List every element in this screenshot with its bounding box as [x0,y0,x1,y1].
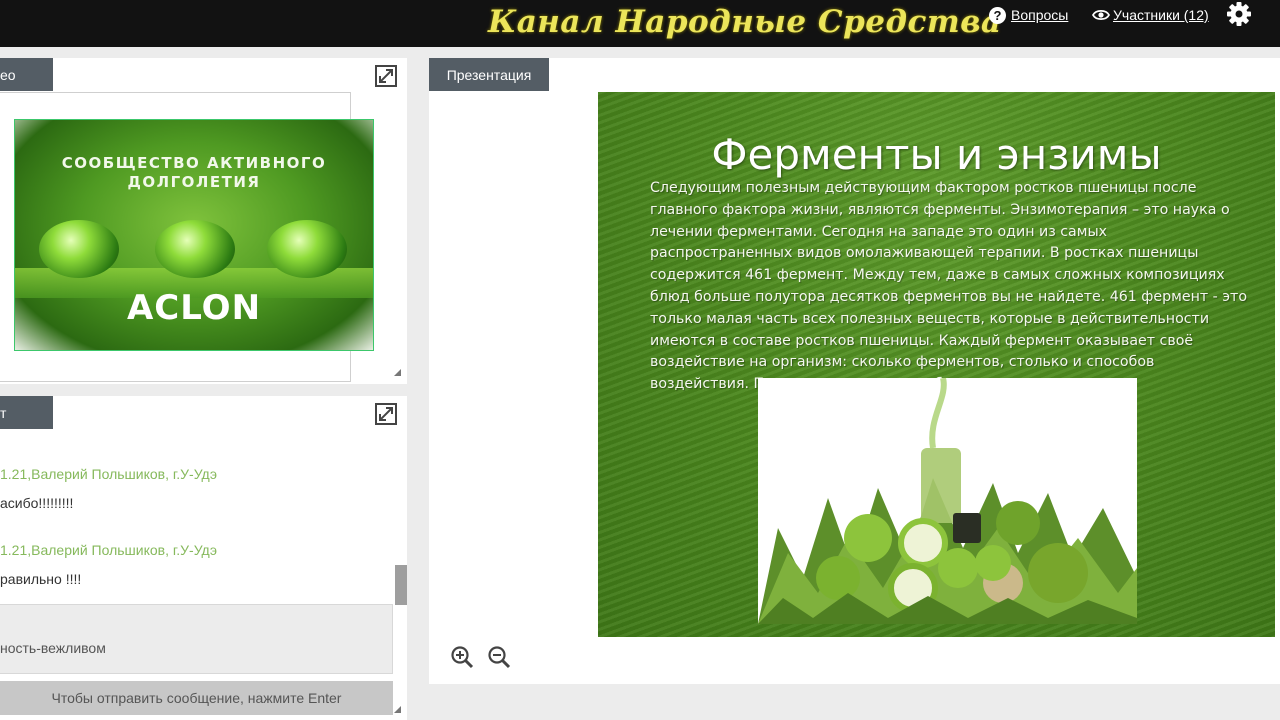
resize-handle[interactable] [394,369,401,376]
slide-body: Следующим полезным действующим фактором … [650,180,1248,393]
chat-message-author: 1.21,Валерий Польшиков, г.У-Удэ [0,542,217,558]
chat-input[interactable]: ность-вежливом [0,604,393,674]
tab-presentation-label: Презентация [446,66,532,83]
tab-presentation[interactable]: Презентация [429,58,549,91]
slide-title: Ферменты и энзимы [711,130,1162,179]
tab-video-label: ео [0,66,16,83]
top-bar: Канал Народные Средства ? Вопросы Участн… [0,0,1280,47]
send-hint-text: Чтобы отправить сообщение, нажмите Enter [51,690,342,706]
presentation-slide: Ферменты и энзимы Следующим полезным дей… [598,92,1275,637]
expand-icon[interactable] [375,403,397,425]
channel-title: Канал Народные Средства [488,4,1002,40]
chat-message-text: асибо!!!!!!!!! [0,495,74,511]
expand-icon[interactable] [375,65,397,87]
chat-scrollbar[interactable] [395,565,407,605]
chat-input-value: ность-вежливом [0,640,106,656]
participants-link[interactable]: Участники (12) [1092,0,1209,30]
eye-icon [1092,9,1110,21]
question-icon: ? [989,6,1006,24]
chat-message-author: 1.21,Валерий Польшиков, г.У-Удэ [0,466,217,482]
water-drop [155,220,235,278]
chat-message-text: равильно !!!! [0,571,82,587]
slide-image [758,378,1137,624]
send-hint-bar: Чтобы отправить сообщение, нажмите Enter [0,681,393,715]
aclon-logo: СООБЩЕСТВО АКТИВНОГО ДОЛГОЛЕТИЯ ACLON [14,119,374,351]
resize-handle[interactable] [394,706,401,713]
tab-chat-label: т [0,404,7,421]
logo-name: ACLON [126,288,262,328]
gear-icon[interactable] [1225,0,1253,28]
participants-label: Участники (12) [1113,7,1209,23]
zoom-in-icon[interactable] [450,645,474,669]
questions-label: Вопросы [1011,7,1069,23]
logo-tagline: СООБЩЕСТВО АКТИВНОГО ДОЛГОЛЕТИЯ [61,154,327,191]
water-drop [39,220,119,278]
water-drop [267,220,347,278]
tab-video[interactable]: ео [0,58,53,91]
questions-link[interactable]: ? Вопросы [989,0,1068,30]
zoom-out-icon[interactable] [487,645,511,669]
tab-chat[interactable]: т [0,396,53,429]
wheatgrass-apples-illustration [758,378,1137,624]
